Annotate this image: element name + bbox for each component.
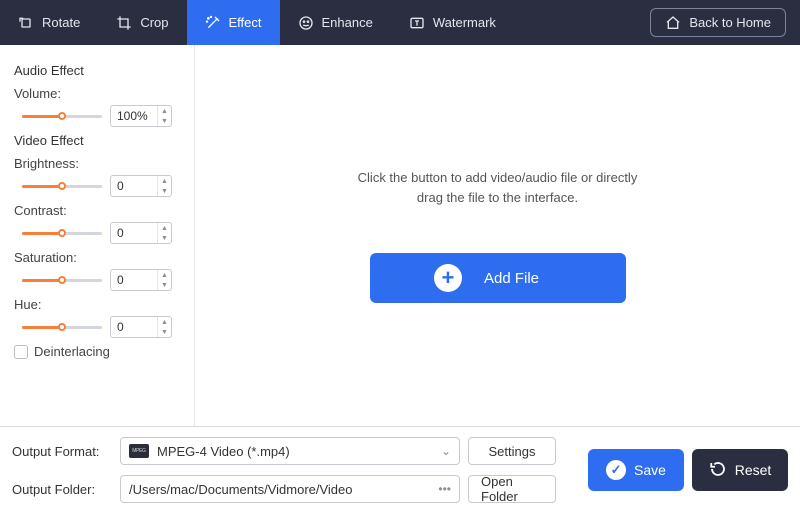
hue-row: 0 ▲▼ (14, 316, 184, 338)
output-format-label: Output Format: (12, 444, 112, 459)
hue-label: Hue: (14, 297, 184, 312)
brightness-slider[interactable] (22, 179, 102, 193)
tab-crop[interactable]: Crop (98, 0, 186, 45)
tab-label: Effect (229, 15, 262, 30)
tab-label: Crop (140, 15, 168, 30)
chevron-down-icon: ⌄ (441, 444, 451, 458)
bottom-bar: Output Format: MPEG-4 Video (*.mp4) ⌄ Se… (0, 427, 800, 517)
output-format-value: MPEG-4 Video (*.mp4) (157, 444, 433, 459)
contrast-row: 0 ▲▼ (14, 222, 184, 244)
saturation-value: 0 (111, 273, 157, 287)
volume-stepper[interactable]: 100% ▲▼ (110, 105, 172, 127)
output-folder-field[interactable]: /Users/mac/Documents/Vidmore/Video ••• (120, 475, 460, 503)
drop-hint: Click the button to add video/audio file… (358, 168, 638, 207)
brightness-label: Brightness: (14, 156, 184, 171)
back-to-home-label: Back to Home (689, 15, 771, 30)
effects-sidebar: Audio Effect Volume: 100% ▲▼ Video Effec… (0, 45, 195, 426)
main-area: Audio Effect Volume: 100% ▲▼ Video Effec… (0, 45, 800, 427)
tab-label: Watermark (433, 15, 496, 30)
deinterlacing-checkbox[interactable] (14, 345, 28, 359)
volume-slider[interactable] (22, 109, 102, 123)
brightness-value: 0 (111, 179, 157, 193)
saturation-label: Saturation: (14, 250, 184, 265)
save-label: Save (634, 462, 666, 478)
tab-effect[interactable]: Effect (187, 0, 280, 45)
open-folder-label: Open Folder (481, 474, 543, 504)
add-file-button[interactable]: + Add File (370, 253, 626, 303)
open-folder-button[interactable]: Open Folder (468, 475, 556, 503)
top-toolbar: Rotate Crop Effect (0, 0, 800, 45)
output-format-select[interactable]: MPEG-4 Video (*.mp4) ⌄ (120, 437, 460, 465)
toolbar-spacer (514, 0, 650, 45)
contrast-stepper[interactable]: 0 ▲▼ (110, 222, 172, 244)
saturation-slider[interactable] (22, 273, 102, 287)
contrast-value: 0 (111, 226, 157, 240)
reset-icon (709, 460, 727, 481)
deinterlacing-label: Deinterlacing (34, 344, 110, 359)
deinterlacing-row[interactable]: Deinterlacing (14, 344, 184, 359)
effect-icon (205, 15, 221, 31)
crop-icon (116, 15, 132, 31)
stepper-buttons[interactable]: ▲▼ (157, 176, 171, 196)
home-icon (665, 15, 681, 31)
save-button[interactable]: ✓ Save (588, 449, 684, 491)
brightness-stepper[interactable]: 0 ▲▼ (110, 175, 172, 197)
stepper-buttons[interactable]: ▲▼ (157, 317, 171, 337)
tab-watermark[interactable]: Watermark (391, 0, 514, 45)
audio-effect-title: Audio Effect (14, 63, 184, 78)
stepper-buttons[interactable]: ▲▼ (157, 106, 171, 126)
hue-slider[interactable] (22, 320, 102, 334)
watermark-icon (409, 15, 425, 31)
settings-label: Settings (489, 444, 536, 459)
output-folder-label: Output Folder: (12, 482, 112, 497)
stepper-buttons[interactable]: ▲▼ (157, 270, 171, 290)
saturation-row: 0 ▲▼ (14, 269, 184, 291)
settings-button[interactable]: Settings (468, 437, 556, 465)
stepper-buttons[interactable]: ▲▼ (157, 223, 171, 243)
plus-icon: + (434, 264, 462, 292)
add-file-label: Add File (484, 270, 539, 287)
contrast-label: Contrast: (14, 203, 184, 218)
tab-label: Enhance (322, 15, 373, 30)
output-folder-value: /Users/mac/Documents/Vidmore/Video (129, 482, 430, 497)
saturation-stepper[interactable]: 0 ▲▼ (110, 269, 172, 291)
tab-enhance[interactable]: Enhance (280, 0, 391, 45)
back-to-home-button[interactable]: Back to Home (650, 8, 786, 37)
volume-row: 100% ▲▼ (14, 105, 184, 127)
hue-stepper[interactable]: 0 ▲▼ (110, 316, 172, 338)
check-icon: ✓ (606, 460, 626, 480)
reset-button[interactable]: Reset (692, 449, 788, 491)
volume-label: Volume: (14, 86, 184, 101)
mpeg-icon (129, 444, 149, 458)
tab-rotate[interactable]: Rotate (0, 0, 98, 45)
contrast-slider[interactable] (22, 226, 102, 240)
tab-label: Rotate (42, 15, 80, 30)
volume-value: 100% (111, 109, 157, 123)
brightness-row: 0 ▲▼ (14, 175, 184, 197)
drop-zone[interactable]: Click the button to add video/audio file… (195, 45, 800, 426)
rotate-icon (18, 15, 34, 31)
enhance-icon (298, 15, 314, 31)
hue-value: 0 (111, 320, 157, 334)
video-effect-title: Video Effect (14, 133, 184, 148)
browse-icon[interactable]: ••• (438, 482, 451, 496)
reset-label: Reset (735, 462, 772, 478)
